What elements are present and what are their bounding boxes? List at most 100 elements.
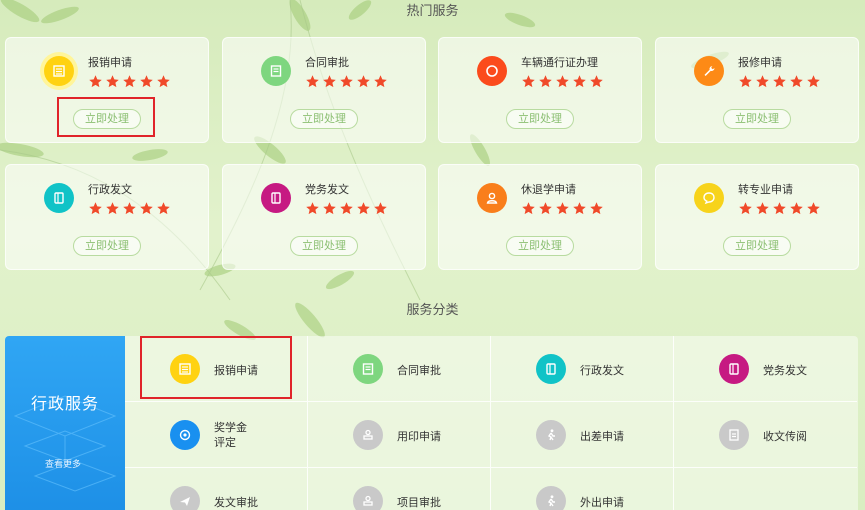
star-icon bbox=[357, 202, 370, 215]
category-item[interactable]: 外出申请 bbox=[491, 468, 674, 510]
star-icon bbox=[106, 75, 119, 88]
star-icon bbox=[773, 202, 786, 215]
rating-stars bbox=[521, 201, 604, 216]
rating-stars bbox=[305, 201, 388, 216]
star-icon bbox=[790, 75, 803, 88]
category-item[interactable]: 项目审批 bbox=[308, 468, 491, 510]
category-item-label: 项目审批 bbox=[397, 496, 441, 509]
view-more-link[interactable]: 查看更多 bbox=[45, 457, 81, 470]
isometric-decoration bbox=[13, 395, 117, 492]
category-item-label: 收文传阅 bbox=[763, 430, 807, 443]
rating-stars bbox=[305, 74, 388, 89]
rating-stars bbox=[88, 201, 171, 216]
star-icon bbox=[739, 202, 752, 215]
plane-icon bbox=[170, 486, 200, 510]
category-item[interactable]: 党务发文 bbox=[674, 336, 857, 402]
category-item[interactable]: 行政发文 bbox=[491, 336, 674, 402]
star-icon bbox=[323, 202, 336, 215]
rating-stars bbox=[521, 74, 604, 89]
star-icon bbox=[140, 75, 153, 88]
process-now-button[interactable]: 立即处理 bbox=[723, 236, 791, 256]
walker-icon bbox=[536, 420, 566, 450]
service-card: 报修申请 立即处理 bbox=[655, 37, 859, 143]
service-name: 报修申请 bbox=[738, 56, 782, 69]
star-icon bbox=[123, 75, 136, 88]
star-icon bbox=[790, 202, 803, 215]
service-card: 车辆通行证办理 立即处理 bbox=[438, 37, 642, 143]
inbox-icon bbox=[719, 420, 749, 450]
award-icon bbox=[170, 420, 200, 450]
document-icon bbox=[261, 183, 291, 213]
category-item[interactable]: 出差申请 bbox=[491, 402, 674, 468]
star-icon bbox=[123, 202, 136, 215]
category-item[interactable]: 奖学金评定 bbox=[125, 402, 308, 468]
category-side-tab[interactable]: 行政服务 查看更多 bbox=[5, 336, 125, 510]
service-card: 报销申请 立即处理 bbox=[5, 37, 209, 143]
process-now-button[interactable]: 立即处理 bbox=[723, 109, 791, 129]
process-now-button[interactable]: 立即处理 bbox=[506, 236, 574, 256]
chat-bubble-icon bbox=[694, 183, 724, 213]
star-icon bbox=[539, 75, 552, 88]
category-item-label: 奖学金评定 bbox=[214, 421, 247, 449]
process-now-button[interactable]: 立即处理 bbox=[73, 236, 141, 256]
category-item-label: 外出申请 bbox=[580, 496, 624, 509]
category-item[interactable]: 用印申请 bbox=[308, 402, 491, 468]
star-icon bbox=[374, 202, 387, 215]
category-item-label: 用印申请 bbox=[397, 430, 441, 443]
star-icon bbox=[306, 202, 319, 215]
star-icon bbox=[573, 75, 586, 88]
document-icon bbox=[719, 354, 749, 384]
star-icon bbox=[573, 202, 586, 215]
walker-icon bbox=[536, 486, 566, 510]
hot-services-title: 热门服务 bbox=[406, 4, 459, 19]
service-name: 车辆通行证办理 bbox=[521, 56, 598, 69]
star-icon bbox=[739, 75, 752, 88]
star-icon bbox=[323, 75, 336, 88]
document-icon bbox=[536, 354, 566, 384]
star-icon bbox=[106, 202, 119, 215]
star-icon bbox=[807, 75, 820, 88]
star-icon bbox=[773, 75, 786, 88]
star-icon bbox=[590, 75, 603, 88]
star-icon bbox=[756, 75, 769, 88]
service-name: 转专业申请 bbox=[738, 183, 793, 196]
service-card: 休退学申请 立即处理 bbox=[438, 164, 642, 270]
category-item-label: 出差申请 bbox=[580, 430, 624, 443]
process-now-button[interactable]: 立即处理 bbox=[73, 109, 141, 129]
stamp-icon bbox=[353, 486, 383, 510]
service-name: 党务发文 bbox=[305, 183, 349, 196]
receipt-icon bbox=[44, 56, 74, 86]
category-item-label: 报销申请 bbox=[214, 364, 258, 377]
process-now-button[interactable]: 立即处理 bbox=[290, 109, 358, 129]
category-item-label: 党务发文 bbox=[763, 364, 807, 377]
star-icon bbox=[556, 75, 569, 88]
category-name: 行政服务 bbox=[30, 394, 99, 413]
star-icon bbox=[374, 75, 387, 88]
circle-icon bbox=[477, 56, 507, 86]
rating-stars bbox=[738, 74, 821, 89]
category-item-label: 行政发文 bbox=[580, 364, 624, 377]
star-icon bbox=[522, 75, 535, 88]
category-item[interactable]: 发文审批 bbox=[125, 468, 308, 510]
star-icon bbox=[807, 202, 820, 215]
star-icon bbox=[340, 202, 353, 215]
wrench-icon bbox=[694, 56, 724, 86]
star-icon bbox=[539, 202, 552, 215]
star-icon bbox=[157, 202, 170, 215]
process-now-button[interactable]: 立即处理 bbox=[506, 109, 574, 129]
service-name: 合同审批 bbox=[305, 56, 349, 69]
star-icon bbox=[756, 202, 769, 215]
user-icon bbox=[477, 183, 507, 213]
star-icon bbox=[357, 75, 370, 88]
service-name: 报销申请 bbox=[88, 56, 132, 69]
category-item[interactable]: 报销申请 bbox=[125, 336, 308, 402]
star-icon bbox=[340, 75, 353, 88]
category-item[interactable]: 合同审批 bbox=[308, 336, 491, 402]
service-card: 合同审批 立即处理 bbox=[222, 37, 426, 143]
stamp-icon bbox=[353, 420, 383, 450]
category-item[interactable]: 收文传阅 bbox=[674, 402, 857, 468]
star-icon bbox=[556, 202, 569, 215]
contract-icon bbox=[261, 56, 291, 86]
category-item-label: 发文审批 bbox=[214, 496, 258, 509]
process-now-button[interactable]: 立即处理 bbox=[290, 236, 358, 256]
